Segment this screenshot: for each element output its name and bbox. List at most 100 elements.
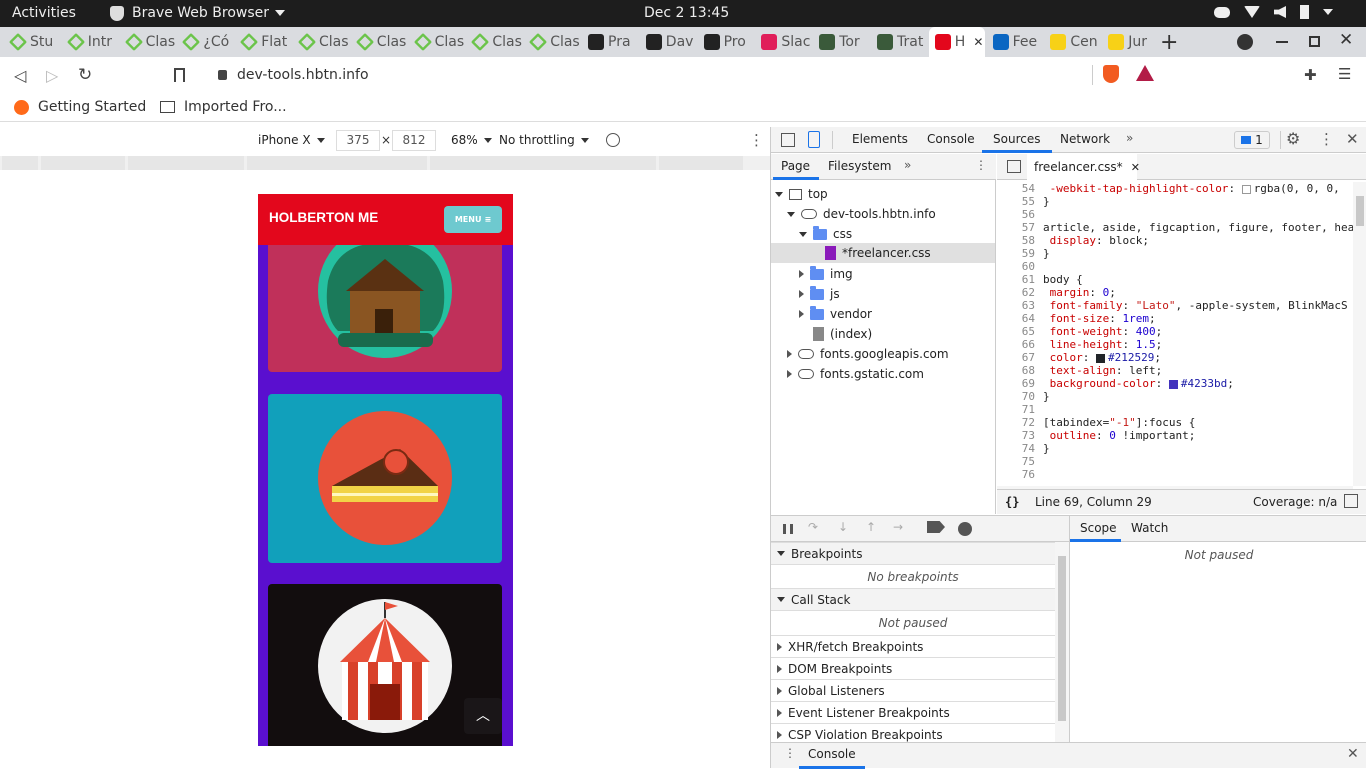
browser-tab[interactable]: Intr xyxy=(62,27,118,57)
tree-folder-img[interactable]: img xyxy=(799,265,853,281)
sidebar-scrollbar[interactable] xyxy=(1055,542,1069,747)
deactivate-breakpoints-icon[interactable] xyxy=(927,521,945,533)
issues-badge[interactable]: 1 xyxy=(1234,131,1270,149)
drawer-menu-icon[interactable]: ⋮ xyxy=(784,746,796,760)
browser-tab[interactable]: Dav xyxy=(640,27,696,57)
tab-search-icon[interactable] xyxy=(1237,34,1253,50)
step-over-icon[interactable]: ↷ xyxy=(808,520,818,534)
devtools-menu-icon[interactable]: ⋮ xyxy=(1319,130,1334,148)
pause-icon[interactable] xyxy=(783,524,793,534)
color-swatch[interactable] xyxy=(1096,353,1105,363)
tab-scope[interactable]: Scope xyxy=(1080,521,1117,535)
browser-tab[interactable]: Pra xyxy=(582,27,638,57)
browser-tab[interactable]: Clas xyxy=(524,27,580,57)
device-select[interactable]: iPhone X xyxy=(258,133,325,147)
clock[interactable]: Dec 2 13:45 xyxy=(644,5,729,21)
back-icon[interactable]: ◁ xyxy=(14,66,26,85)
menu-icon[interactable]: ☰ xyxy=(1338,65,1351,83)
tree-folder-vendor[interactable]: vendor xyxy=(799,305,872,321)
browser-tab[interactable]: Pro xyxy=(698,27,754,57)
drawer-tab-console[interactable]: Console xyxy=(808,747,856,761)
gear-icon[interactable]: ⚙ xyxy=(1286,129,1300,148)
width-input[interactable]: 375 xyxy=(336,130,380,151)
new-tab-button[interactable]: + xyxy=(1160,30,1178,55)
tab-console[interactable]: Console xyxy=(927,132,975,146)
brave-rewards-icon[interactable] xyxy=(1136,65,1154,81)
tree-host-googleapis[interactable]: fonts.googleapis.com xyxy=(787,347,949,361)
editor-tab-freelancer[interactable]: freelancer.css* ✕ xyxy=(1027,154,1140,180)
toggle-navigator-icon[interactable] xyxy=(1007,160,1021,173)
browser-tab[interactable]: Clas xyxy=(120,27,176,57)
brave-shields-icon[interactable] xyxy=(1103,65,1119,83)
media-query-bar[interactable] xyxy=(0,156,770,170)
section-global-listeners[interactable]: Global Listeners xyxy=(771,679,1055,701)
browser-tab[interactable]: Tor xyxy=(813,27,869,57)
browser-tab[interactable]: Cen xyxy=(1044,27,1100,57)
app-menu[interactable]: Brave Web Browser xyxy=(110,5,285,21)
coverage-toggle-icon[interactable] xyxy=(1344,494,1358,508)
more-tabs-icon[interactable]: » xyxy=(1126,131,1133,145)
browser-tab[interactable]: ¿Có xyxy=(177,27,233,57)
browser-tab[interactable]: Flat xyxy=(235,27,291,57)
forward-icon[interactable]: ▷ xyxy=(46,66,58,85)
section-breakpoints[interactable]: Breakpoints xyxy=(771,542,1055,564)
pause-on-exceptions-icon[interactable] xyxy=(958,522,972,536)
menu-button[interactable]: MENU ≡ xyxy=(444,206,502,233)
tree-folder-js[interactable]: js xyxy=(799,285,840,301)
pretty-print-button[interactable]: {} xyxy=(1005,495,1019,509)
tree-folder-css[interactable]: css xyxy=(799,225,852,241)
step-icon[interactable]: → xyxy=(893,520,903,534)
close-tab-icon[interactable]: ✕ xyxy=(973,35,983,49)
scroll-to-top-button[interactable]: ︿ xyxy=(464,698,502,734)
portfolio-card-cake[interactable] xyxy=(268,394,502,563)
throttling-select[interactable]: No throttling xyxy=(499,133,589,147)
inspect-element-icon[interactable] xyxy=(781,133,795,147)
bookmark-getting-started[interactable]: Getting Started xyxy=(14,99,146,115)
extensions-icon[interactable]: ✚ xyxy=(1304,66,1317,84)
close-window-icon[interactable]: ✕ xyxy=(1339,30,1353,50)
tab-sources[interactable]: Sources xyxy=(993,132,1040,146)
address-field[interactable]: dev-tools.hbtn.info xyxy=(200,60,1160,90)
browser-tab[interactable]: Fee xyxy=(987,27,1043,57)
browser-tab[interactable]: Jur xyxy=(1102,27,1158,57)
brand-title[interactable]: HOLBERTON ME xyxy=(269,210,378,225)
zoom-select[interactable]: 68% xyxy=(451,133,492,147)
color-swatch[interactable] xyxy=(1241,184,1251,194)
tree-host[interactable]: dev-tools.hbtn.info xyxy=(787,207,936,221)
system-tray[interactable] xyxy=(1214,5,1333,19)
browser-tab[interactable]: Clas xyxy=(351,27,407,57)
tab-filesystem[interactable]: Filesystem xyxy=(828,159,891,173)
section-dom-breakpoints[interactable]: DOM Breakpoints xyxy=(771,657,1055,679)
tab-watch[interactable]: Watch xyxy=(1131,521,1168,535)
section-xhr-breakpoints[interactable]: XHR/fetch Breakpoints xyxy=(771,635,1055,657)
more-tabs-icon[interactable]: » xyxy=(904,158,911,172)
activities-button[interactable]: Activities xyxy=(12,5,76,21)
browser-tab[interactable]: Clas xyxy=(466,27,522,57)
tree-host-gstatic[interactable]: fonts.gstatic.com xyxy=(787,367,924,381)
navigator-menu-icon[interactable]: ⋮ xyxy=(975,158,987,172)
browser-tab[interactable]: H ✕ xyxy=(928,27,985,57)
close-drawer-icon[interactable]: ✕ xyxy=(1347,746,1359,762)
tree-top[interactable]: top xyxy=(775,187,828,201)
maximize-icon[interactable] xyxy=(1309,36,1320,47)
browser-tab[interactable]: Slac xyxy=(755,27,811,57)
code-lines[interactable]: 54 -webkit-tap-highlight-color: rgba(0, … xyxy=(997,182,1353,486)
more-options-icon[interactable]: ⋮ xyxy=(749,131,764,149)
tab-network[interactable]: Network xyxy=(1060,132,1110,146)
bookmark-folder-imported[interactable]: Imported Fro... xyxy=(160,99,287,115)
tree-file-freelancer-css[interactable]: *freelancer.css xyxy=(825,246,931,260)
step-into-icon[interactable]: ↓ xyxy=(838,520,848,534)
minimize-icon[interactable] xyxy=(1276,41,1288,43)
browser-tab[interactable]: Stu xyxy=(4,27,60,57)
step-out-icon[interactable]: ↑ xyxy=(866,520,876,534)
section-call-stack[interactable]: Call Stack xyxy=(771,588,1055,610)
reload-icon[interactable]: ↻ xyxy=(78,65,92,85)
device-toggle-icon[interactable] xyxy=(808,131,820,148)
vertical-scrollbar[interactable] xyxy=(1353,182,1366,486)
rotate-icon[interactable] xyxy=(606,133,620,147)
tree-file-index[interactable]: (index) xyxy=(813,327,872,341)
browser-tab[interactable]: Trat xyxy=(871,27,927,57)
browser-tab[interactable]: Clas xyxy=(293,27,349,57)
close-devtools-icon[interactable]: ✕ xyxy=(1346,130,1359,148)
color-swatch[interactable] xyxy=(1168,379,1178,389)
